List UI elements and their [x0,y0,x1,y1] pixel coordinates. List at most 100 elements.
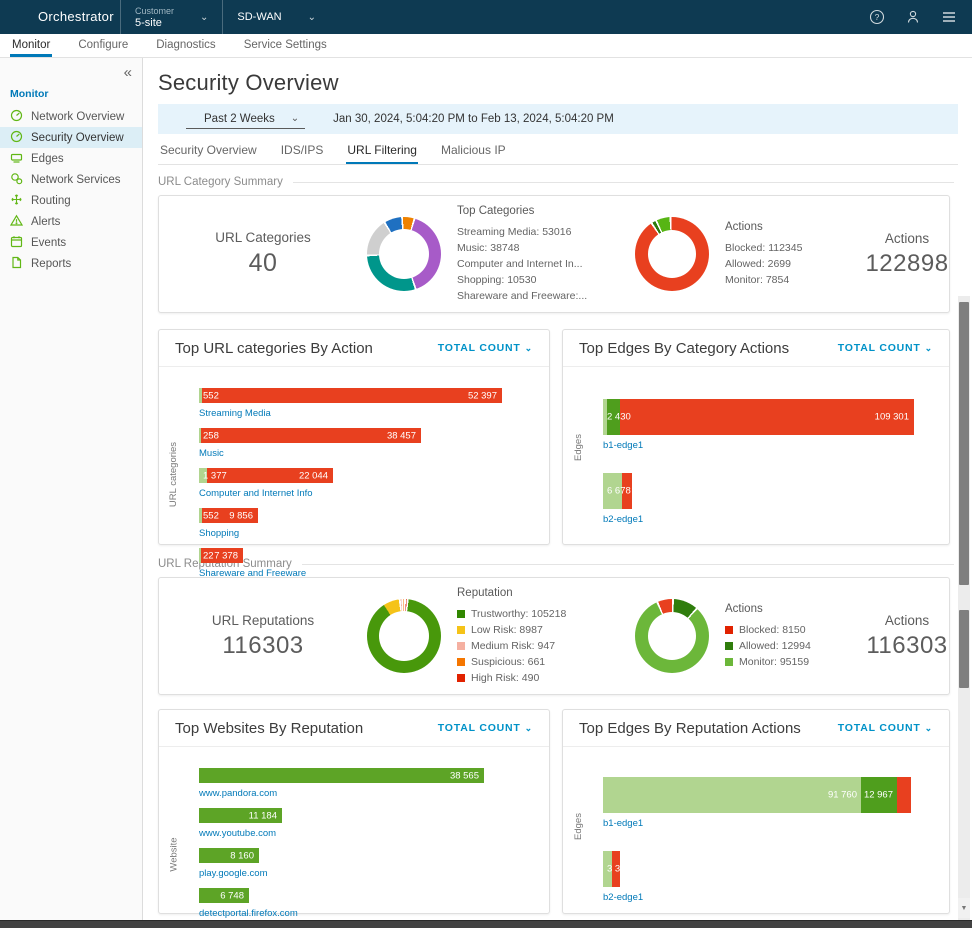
reputation-actions-donut-chart [635,599,709,673]
bar-b1-edge1: 2 430 109 301 [603,399,914,435]
bar-category-link[interactable]: www.pandora.com [199,788,277,799]
collapse-sidebar-icon[interactable]: « [124,64,132,81]
svg-text:?: ? [875,12,880,22]
tab-diagnostics[interactable]: Diagnostics [154,39,217,57]
bar-category-link[interactable]: b2-edge1 [603,514,643,525]
tab-monitor[interactable]: Monitor [10,39,52,57]
sidebar-item-alerts[interactable]: Alerts [0,211,142,232]
bar-segment [199,768,484,783]
total-count-sort[interactable]: Total Count⌄ [838,722,933,734]
bar-value: 38 457 [387,430,416,441]
legend-text: Music: 38748 [457,240,519,256]
customer-dropdown[interactable]: Customer 5-site ⌄ [121,0,222,34]
bar-category-link[interactable]: play.google.com [199,868,267,879]
chart-row-www-pandora-com: 38 565www.pandora.com [199,768,549,801]
legend-text: Blocked: 8150 [739,622,806,638]
sidebar-item-network-overview[interactable]: Network Overview [0,106,142,127]
sidebar-item-reports[interactable]: Reports [0,253,142,274]
bar-value: 109 301 [875,412,909,423]
total-count-sort[interactable]: Total Count⌄ [438,342,533,354]
total-count-sort[interactable]: Total Count⌄ [838,342,933,354]
bar-category-link[interactable]: www.youtube.com [199,828,276,839]
user-icon[interactable] [904,8,922,26]
bar-category-link[interactable]: Computer and Internet Info [199,488,313,499]
sidebar-item-edges[interactable]: Edges [0,148,142,169]
help-icon[interactable]: ? [868,8,886,26]
chart-row-play-google-com: 8 160 play.google.com [199,848,549,881]
bar-computer-and-internet-info: 1 37722 044 [199,468,333,483]
bar-segment: 12 967 [861,777,897,813]
bar-value: 52 397 [468,390,497,401]
subtab-url-filtering[interactable]: URL Filtering [346,143,418,164]
sidebar: « Monitor Network Overview Security Overv… [0,58,143,920]
subtab-security-overview[interactable]: Security Overview [159,143,258,164]
sidebar-section-label: Monitor [10,88,142,100]
vertical-scrollbar[interactable]: ▼ [958,296,970,920]
legend-item: High Risk: 490 [457,670,635,686]
legend-item: Monitor: 95159 [725,654,865,670]
service-dropdown[interactable]: SD-WAN ⌄ [223,0,330,34]
sidebar-item-label: Events [31,237,66,249]
product-name: Orchestrator [38,9,114,24]
tab-configure[interactable]: Configure [76,39,130,57]
bar-category-link[interactable]: Shopping [199,528,239,539]
bar-category-link[interactable]: Streaming Media [199,408,271,419]
scroll-down-arrow[interactable]: ▼ [958,898,970,918]
scrollbar-thumb[interactable] [959,302,969,585]
chart-row-shopping: 5529 856Shopping [199,508,549,541]
menu-icon[interactable] [940,8,958,26]
bar-value: 1 377 [203,470,227,481]
bar-category-link[interactable]: detectportal.firefox.com [199,908,298,919]
horizontal-scrollbar[interactable] [0,920,972,928]
bar-category-link[interactable]: b2-edge1 [603,892,643,903]
legend-text: Suspicious: 661 [471,654,545,670]
legend-text: Streaming Media: 53016 [457,224,571,240]
card-title: Top Edges By Category Actions [579,340,789,357]
edge-icon [10,151,23,167]
legend-title: Top Categories [457,205,635,217]
chart-row-detectportal-firefox-com: 6 748 detectportal.firefox.com [199,888,549,920]
alert-icon [10,214,23,230]
bar-category-link[interactable]: b1-edge1 [603,440,643,451]
legend-swatch [457,610,465,618]
scrollbar-thumb[interactable] [959,610,969,688]
time-filter-bar: Past 2 Weeks ⌄ Jan 30, 2024, 5:04:20 PM … [158,104,958,134]
time-range-select[interactable]: Past 2 Weeks ⌄ [186,110,305,129]
subtab-ids-ips[interactable]: IDS/IPS [280,143,325,164]
bar-b1-edge1: 91 76012 967 [603,777,911,813]
bar-value: 6 748 [220,890,244,901]
time-range-value: Past 2 Weeks [204,113,275,125]
primary-tabs: Monitor Configure Diagnostics Service Setti… [0,34,972,58]
card-title: Top URL categories By Action [175,340,373,357]
reputation-actions-metric: Actions 116303 [865,613,949,660]
bar-value: 2 430 [607,412,631,423]
legend-item: Suspicious: 661 [457,654,635,670]
top-edges-reputation-card: Top Edges By Reputation Actions Total Co… [562,709,950,914]
metric-label: Actions [865,613,949,628]
bar-value: 8 160 [230,850,254,861]
sidebar-item-network-services[interactable]: Network Services [0,169,142,190]
bar-category-link[interactable]: Shareware and Freeware [199,568,306,579]
chart-row-b1-edge1: 2 430 109 301 b1-edge1 [603,399,949,453]
chevron-down-icon: ⌄ [200,12,208,23]
sidebar-item-label: Network Overview [31,111,124,123]
customer-label: Customer [135,6,174,17]
y-axis-label: Website [161,747,187,920]
category-actions-metric: Actions 122898 [865,231,949,278]
url-reputations-metric: URL Reputations 116303 [159,613,367,660]
sidebar-item-events[interactable]: Events [0,232,142,253]
security-subtabs: Security Overview IDS/IPS URL Filtering Mal… [158,143,958,165]
bar-category-link[interactable]: Music [199,448,224,459]
chart-row-streaming-media: 55252 397Streaming Media [199,388,549,421]
subtab-malicious-ip[interactable]: Malicious IP [440,143,507,164]
donut-hole [648,612,696,660]
bar-value: 552 [203,510,219,521]
sidebar-item-security-overview[interactable]: Security Overview [0,127,142,148]
bar-category-link[interactable]: b1-edge1 [603,818,643,829]
chart-row-b2-edge1: 3 39b2-edge1 [603,851,949,905]
total-count-sort[interactable]: Total Count⌄ [438,722,533,734]
y-axis-label: Edges [565,367,591,527]
bar-value: 22 [203,550,214,561]
sidebar-item-routing[interactable]: Routing [0,190,142,211]
tab-service-settings[interactable]: Service Settings [242,39,329,57]
